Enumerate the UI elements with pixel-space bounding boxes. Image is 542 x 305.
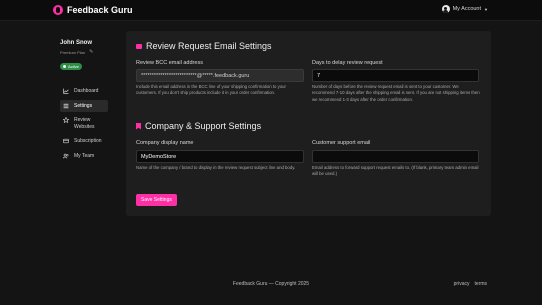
- user-plan-label: Premium Plan: [60, 49, 86, 55]
- users-icon: [63, 153, 69, 159]
- terms-link[interactable]: terms: [475, 281, 488, 287]
- status-dot-icon: [63, 65, 66, 68]
- status-badge: Active: [60, 63, 82, 70]
- bcc-email-field[interactable]: **************************@*****.feedbac…: [136, 69, 304, 82]
- bookmark-icon: [136, 122, 141, 130]
- account-label: My Account: [452, 6, 482, 12]
- review-section-title: Review Request Email Settings: [136, 41, 272, 51]
- sidebar: John Snow Premium Plan ✎ Active Dashboar…: [60, 40, 110, 164]
- user-name: John Snow: [60, 40, 92, 46]
- delay-days-label: Days to delay review request: [312, 60, 383, 66]
- company-name-help: Name of the company / brand to display i…: [136, 165, 296, 170]
- edit-icon[interactable]: ✎: [89, 49, 93, 55]
- settings-card: Review Request Email Settings Review BCC…: [126, 31, 491, 216]
- save-settings-button[interactable]: Save Settings: [136, 194, 177, 206]
- sidebar-item-label: My Team: [74, 152, 95, 159]
- sidebar-item-label: Settings: [74, 102, 93, 109]
- status-label: Active: [68, 64, 79, 69]
- bcc-email-label: Review BCC email address: [136, 60, 203, 66]
- sliders-icon: [63, 103, 69, 109]
- envelope-icon: [136, 43, 142, 49]
- company-name-input[interactable]: MyDemoStore: [136, 150, 304, 163]
- delay-days-help: Number of days before the review request…: [312, 84, 480, 102]
- company-section-title: Company & Support Settings: [136, 121, 261, 131]
- sidebar-item-settings[interactable]: Settings: [60, 99, 108, 112]
- support-email-label: Customer support email: [312, 140, 371, 146]
- sidebar-item-subscription[interactable]: Subscription: [60, 135, 108, 148]
- user-circle-icon: [441, 5, 450, 13]
- sidebar-item-label: Subscription: [74, 138, 102, 144]
- card-icon: [63, 138, 69, 144]
- star-icon: [63, 117, 69, 123]
- brand-logo[interactable]: Feedback Guru: [53, 5, 133, 15]
- chart-icon: [63, 88, 69, 94]
- company-name-label: Company display name: [136, 140, 194, 146]
- footer-links: privacy terms: [454, 281, 487, 287]
- user-plan: Premium Plan ✎: [60, 49, 110, 55]
- brand-name: Feedback Guru: [67, 5, 133, 15]
- caret-down-icon: ▼: [484, 6, 488, 12]
- account-menu[interactable]: My Account ▼: [441, 5, 488, 13]
- privacy-link[interactable]: privacy: [454, 281, 470, 287]
- bcc-email-help: Include this email address in the BCC li…: [136, 84, 286, 96]
- sidebar-item-label: Review Websites: [74, 117, 95, 130]
- sidebar-item-my-team[interactable]: My Team: [60, 150, 108, 163]
- support-email-input[interactable]: [312, 150, 479, 163]
- sidebar-item-label: Dashboard: [74, 88, 99, 94]
- sidebar-item-review-websites[interactable]: Review Websites: [60, 114, 108, 133]
- logo-mark-icon: [53, 5, 63, 15]
- top-bar: Feedback Guru My Account ▼: [0, 0, 542, 21]
- sidebar-item-dashboard[interactable]: Dashboard: [60, 85, 108, 98]
- review-section-title-text: Review Request Email Settings: [146, 41, 272, 51]
- sidebar-nav: Dashboard Settings Review Websites Subsc…: [60, 85, 110, 162]
- support-email-help: Email address to forward support request…: [312, 165, 479, 177]
- delay-days-input[interactable]: 7: [312, 69, 479, 82]
- company-section-title-text: Company & Support Settings: [145, 121, 262, 131]
